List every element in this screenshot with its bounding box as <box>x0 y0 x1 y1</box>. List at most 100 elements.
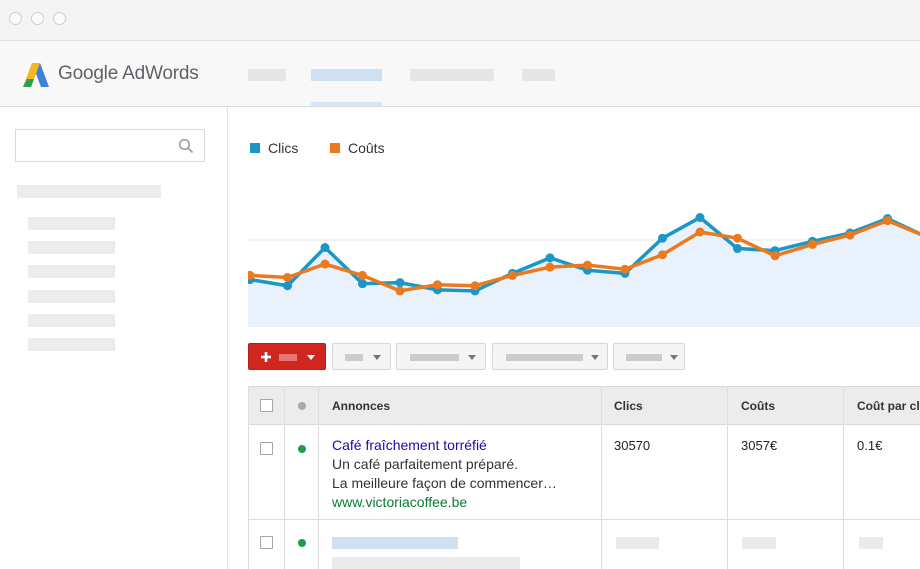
data-point-couts[interactable] <box>283 272 292 282</box>
sidebar-item[interactable] <box>28 314 115 327</box>
dropdown-label-placeholder <box>345 354 363 361</box>
legend-item-couts[interactable]: Coûts <box>330 140 385 156</box>
data-point-couts[interactable] <box>620 264 630 274</box>
window-minimize-button[interactable] <box>31 12 44 25</box>
app-logo-text: Google AdWords <box>58 63 199 84</box>
data-point-couts[interactable] <box>583 260 592 270</box>
sidebar <box>0 107 228 569</box>
data-point-couts[interactable] <box>358 270 367 280</box>
nav-tab-1[interactable] <box>248 69 286 81</box>
ad-display-url: www.victoriacoffee.be <box>332 494 468 510</box>
caret-down-icon <box>591 355 599 360</box>
data-point-couts[interactable] <box>433 280 442 290</box>
search-icon[interactable] <box>178 138 194 154</box>
data-point-couts[interactable] <box>508 270 517 280</box>
window-close-button[interactable] <box>9 12 22 25</box>
window-titlebar <box>0 0 920 41</box>
legend-label-clics: Clics <box>268 140 299 156</box>
data-point-couts[interactable] <box>883 216 892 226</box>
nav-tab-3[interactable] <box>410 69 494 81</box>
data-point-couts[interactable] <box>808 239 817 249</box>
data-point-couts[interactable] <box>470 281 480 291</box>
caret-down-icon <box>670 355 678 360</box>
cell-couts: 3057€ <box>741 438 778 453</box>
data-point-clics[interactable] <box>395 278 405 288</box>
legend-label-couts: Coûts <box>348 140 385 156</box>
cell-cout-par-clic: 0.1€ <box>857 438 883 453</box>
cell-clics: 30570 <box>614 438 651 453</box>
data-point-clics[interactable] <box>545 253 555 263</box>
data-point-couts[interactable] <box>733 233 742 243</box>
nav-tab-4[interactable] <box>522 69 555 81</box>
add-button-label-placeholder <box>279 354 297 361</box>
column-header-cout-par-clic[interactable]: Coût par cl <box>857 399 920 413</box>
column-divider <box>843 387 844 569</box>
data-point-couts[interactable] <box>695 227 705 237</box>
sidebar-item[interactable] <box>28 217 115 230</box>
legend-swatch-couts <box>330 143 340 153</box>
plus-icon <box>261 352 271 362</box>
dropdown-label-placeholder <box>410 354 459 361</box>
caret-down-icon <box>468 355 476 360</box>
data-point-couts[interactable] <box>770 251 780 261</box>
ads-table: Annonces Clics Coûts Coût par cl Café fr… <box>248 386 920 569</box>
status-column-icon <box>298 402 306 410</box>
legend-swatch-clics <box>250 143 260 153</box>
data-point-couts[interactable] <box>320 259 330 269</box>
sidebar-item[interactable] <box>28 338 115 351</box>
filter-dropdown-3[interactable] <box>492 343 608 370</box>
column-header-clics[interactable]: Clics <box>614 399 643 413</box>
ad-description-line2: La meilleure façon de commencer… <box>332 475 557 491</box>
data-point-couts[interactable] <box>395 286 405 296</box>
adwords-logo-icon[interactable] <box>22 61 50 89</box>
caret-down-icon <box>307 355 315 360</box>
cell-placeholder <box>859 537 883 549</box>
sidebar-section-header[interactable] <box>17 185 161 198</box>
data-point-clics[interactable] <box>320 243 330 252</box>
filter-dropdown-1[interactable] <box>332 343 391 370</box>
cell-placeholder <box>616 537 659 549</box>
legend-item-clics[interactable]: Clics <box>250 140 298 156</box>
row-checkbox[interactable] <box>260 442 273 455</box>
filter-dropdown-2[interactable] <box>396 343 486 370</box>
data-point-clics[interactable] <box>733 244 742 254</box>
column-divider <box>601 387 602 569</box>
column-divider <box>727 387 728 569</box>
sidebar-item[interactable] <box>28 265 115 278</box>
column-divider <box>284 387 285 569</box>
nav-active-indicator <box>311 102 382 106</box>
data-point-couts[interactable] <box>845 230 855 240</box>
table-header-row: Annonces Clics Coûts Coût par cl <box>248 387 920 425</box>
ad-description-line1: Un café parfaitement préparé. <box>332 456 518 472</box>
nav-tab-2-active[interactable] <box>311 69 382 81</box>
app-header: Google AdWords <box>0 41 920 107</box>
data-point-clics[interactable] <box>658 233 667 243</box>
window-maximize-button[interactable] <box>53 12 66 25</box>
search-input[interactable] <box>15 129 205 162</box>
data-point-clics[interactable] <box>283 281 292 291</box>
data-point-couts[interactable] <box>658 250 667 260</box>
data-point-clics[interactable] <box>695 213 705 223</box>
row-divider <box>248 519 920 520</box>
data-point-couts[interactable] <box>545 262 555 272</box>
ad-headline-placeholder[interactable] <box>332 537 458 549</box>
data-point-clics[interactable] <box>358 279 367 289</box>
caret-down-icon <box>373 355 381 360</box>
dropdown-label-placeholder <box>626 354 662 361</box>
ad-headline-link[interactable]: Café fraîchement torréfié <box>332 437 487 453</box>
sidebar-item[interactable] <box>28 290 115 303</box>
column-header-couts[interactable]: Coûts <box>741 399 775 413</box>
status-enabled-icon <box>298 539 306 547</box>
filter-dropdown-4[interactable] <box>613 343 685 370</box>
cell-placeholder <box>742 537 776 549</box>
dropdown-label-placeholder <box>506 354 583 361</box>
column-header-annonces[interactable]: Annonces <box>332 399 390 413</box>
sidebar-item[interactable] <box>28 241 115 254</box>
table-border <box>248 387 249 569</box>
ad-description-placeholder <box>332 557 520 569</box>
column-divider <box>318 387 319 569</box>
row-checkbox[interactable] <box>260 536 273 549</box>
status-enabled-icon <box>298 445 306 453</box>
add-button[interactable] <box>248 343 326 370</box>
select-all-checkbox[interactable] <box>260 399 273 412</box>
